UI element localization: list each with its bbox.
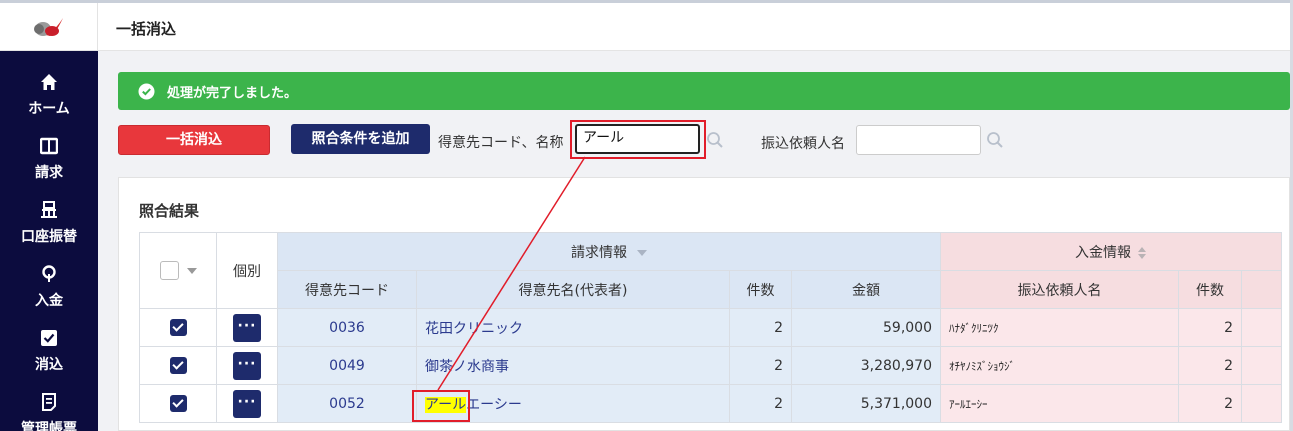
home-icon [41,74,57,90]
app-window: 一括消込 ホーム 請求 口座振替 入金 消込 管理帳票 処理が完了しました。 一… [0,0,1293,431]
sidebar-item-label: 請求 [35,165,63,181]
book-icon [40,137,58,155]
row-checkbox[interactable] [169,357,187,374]
table-row: ··· 0036 花田クリニック 2 59,000 ﾊﾅﾀﾞｸﾘﾆﾂｸ 2 [139,308,1282,347]
count-header: 件数 [729,270,792,309]
sidebar-item-deposit[interactable]: 入金 [0,257,98,321]
customer-search-label: 得意先コード、名称 [438,135,564,151]
amount-header: 金額 [791,270,941,309]
customer-code: 0036 [277,308,417,347]
chevron-down-icon[interactable] [186,267,197,274]
main-content: 処理が完了しました。 一括消込 照合条件を追加 得意先コード、名称 アール 振込… [98,51,1290,431]
deposit-group-header: 入金情報 [940,232,1282,271]
row-select-cell [139,308,217,347]
invoice-count: 2 [729,346,792,385]
invoice-group-label: 請求情報 [571,244,627,261]
add-condition-button[interactable]: 照合条件を追加 [291,124,430,154]
sidebar-item-label: 口座振替 [21,229,77,245]
individual-header: 個別 [216,232,278,309]
sidebar-item-label: 消込 [35,357,63,373]
invoice-amount: 3,280,970 [791,346,941,385]
more-button[interactable]: ··· [233,389,261,418]
customer-code: 0049 [277,346,417,385]
invoice-count: 2 [729,384,792,423]
payer-name: ﾊﾅﾀﾞｸﾘﾆﾂｸ [940,308,1179,347]
sort-down-icon[interactable] [637,249,647,256]
invoice-count: 2 [729,308,792,347]
sidebar-item-reports[interactable]: 管理帳票 [0,385,98,431]
row-detail-cell: ··· [216,346,278,385]
bank-icon [41,201,57,218]
logo-icon [34,18,63,36]
customer-name-header: 得意先名(代表者) [416,270,730,309]
row-checkbox[interactable] [169,319,187,336]
invoice-amount: 59,000 [791,308,941,347]
customer-name[interactable]: 花田クリニック [416,308,730,347]
search-icon[interactable] [986,131,1004,149]
app-logo[interactable] [0,3,98,51]
sidebar-item-billing[interactable]: 請求 [0,129,98,193]
sidebar-item-label: 管理帳票 [21,421,77,431]
annotation-box-match [412,390,470,422]
row-checkbox[interactable] [169,395,187,412]
annotation-box-search [570,120,706,159]
results-table: 個別 請求情報 入金情報 得意先コード 得意先名(代表者) 件数 金額 振込依頼… [139,232,1282,423]
checkbox-icon [41,330,57,346]
deposit-count: 2 [1178,384,1242,423]
page-header: 一括消込 [98,3,1290,51]
payer-search-input[interactable] [856,125,981,155]
deposit-count: 2 [1178,308,1242,347]
sidebar-item-account-transfer[interactable]: 口座振替 [0,193,98,257]
check-circle-icon [138,83,155,100]
table-row: ··· 0049 御茶ノ水商事 2 3,280,970 ｵﾁﾔﾉﾐｽﾞｼｮｳｼﾞ… [139,346,1282,385]
payer-name-header: 振込依頼人名 [940,270,1179,309]
deposit-icon [42,265,56,282]
report-icon [42,393,56,411]
more-button[interactable]: ··· [233,313,261,342]
deposit-count: 2 [1178,346,1242,385]
sidebar-item-reconcile[interactable]: 消込 [0,321,98,385]
payer-name: ｵﾁﾔﾉﾐｽﾞｼｮｳｼﾞ [940,346,1179,385]
row-select-cell [139,346,217,385]
alert-message: 処理が完了しました。 [167,86,298,101]
more-button[interactable]: ··· [233,351,261,380]
customer-name[interactable]: 御茶ノ水商事 [416,346,730,385]
page-title: 一括消込 [116,20,177,38]
results-title: 照合結果 [139,202,200,220]
deposit-group-label: 入金情報 [1075,244,1131,261]
success-alert: 処理が完了しました。 [118,72,1290,110]
sidebar-item-label: 入金 [35,293,63,309]
sidebar-item-label: ホーム [28,101,70,117]
row-detail-cell: ··· [216,308,278,347]
sort-icon[interactable] [1137,246,1147,260]
invoice-amount: 5,371,000 [791,384,941,423]
payer-search-label: 振込依頼人名 [761,136,845,152]
select-all-checkbox[interactable] [159,261,179,280]
extra-header [1241,270,1282,309]
row-select-cell [139,384,217,423]
search-icon[interactable] [706,131,724,149]
customer-code: 0052 [277,384,417,423]
sidebar: ホーム 請求 口座振替 入金 消込 管理帳票 [0,51,98,431]
select-all-cell [139,232,217,309]
results-panel: 照合結果 個別 請求情報 入金情報 得意先コード 得意先名(代表者) 件数 金額… [118,177,1290,431]
customer-code-header: 得意先コード [277,270,417,309]
extra-cell [1241,346,1282,385]
extra-cell [1241,384,1282,423]
extra-cell [1241,308,1282,347]
invoice-group-header: 請求情報 [277,232,941,271]
row-detail-cell: ··· [216,384,278,423]
customer-name-rest: エーシー [466,396,522,413]
bulk-reconcile-button[interactable]: 一括消込 [118,125,270,155]
sidebar-item-home[interactable]: ホーム [0,65,98,129]
deposit-count-header: 件数 [1178,270,1242,309]
payer-name: ｱｰﾙｴｰｼｰ [940,384,1179,423]
table-row: ··· 0052 アールエーシー 2 5,371,000 ｱｰﾙｴｰｼｰ 2 [139,384,1282,423]
